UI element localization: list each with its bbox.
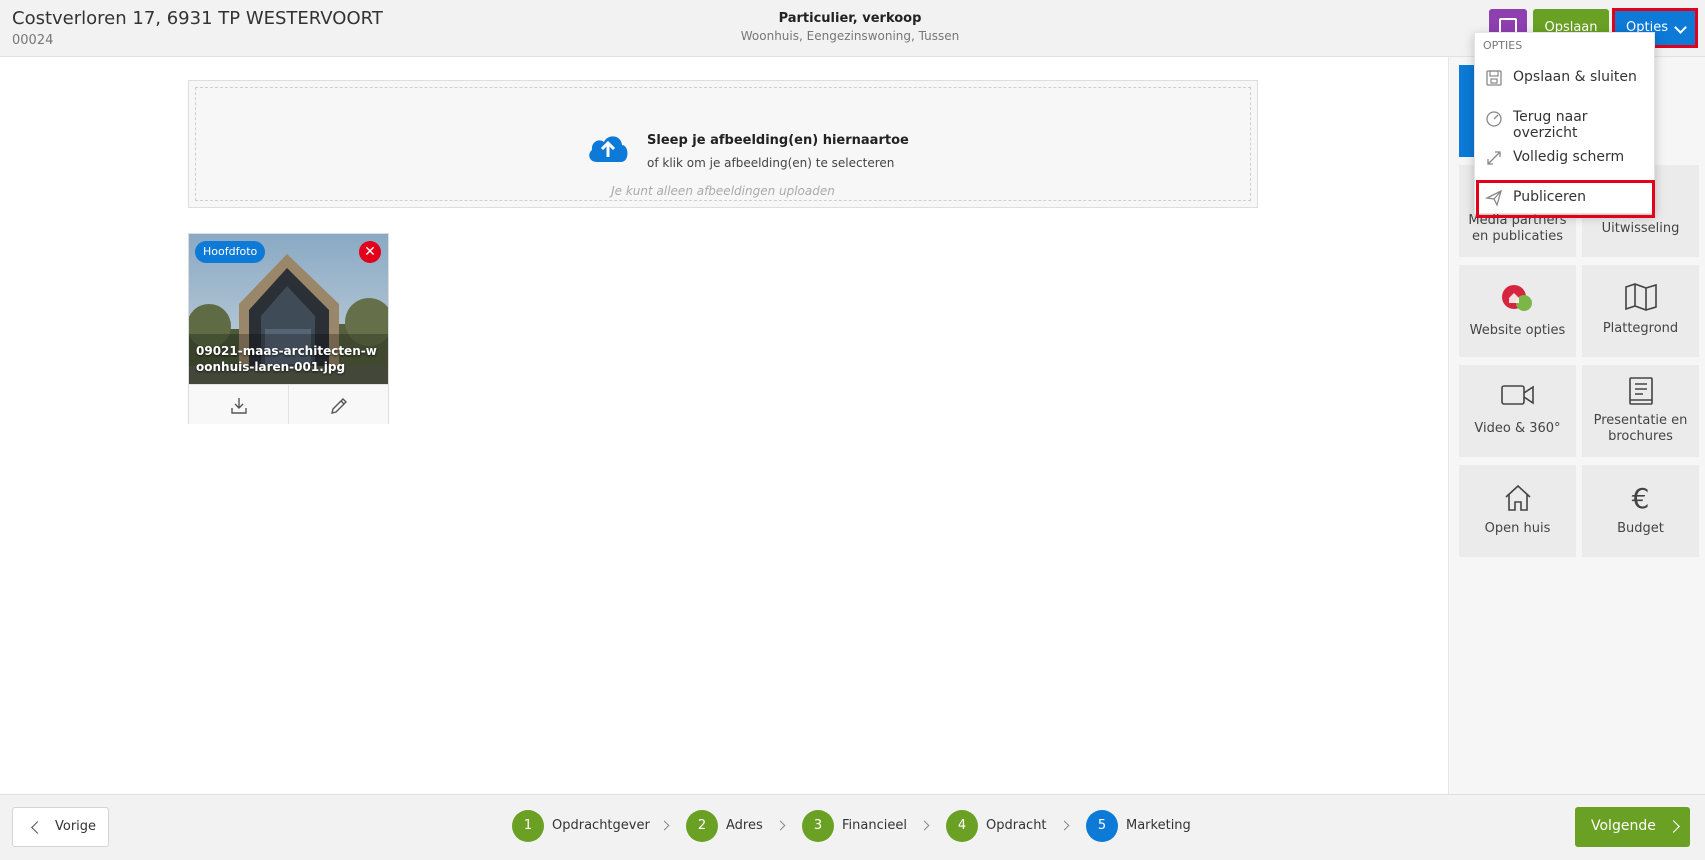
tile-plattegrond[interactable]: Plattegrond (1582, 265, 1699, 357)
website-icon (1459, 283, 1576, 315)
house-icon (1459, 483, 1576, 515)
next-label: Volgende (1591, 818, 1656, 834)
step-number: 2 (686, 810, 718, 842)
tile-video[interactable]: Video & 360° (1459, 365, 1576, 457)
next-button[interactable]: Volgende (1575, 807, 1690, 847)
photo-card: Hoofdfoto ✕ 09021-maas-architecten-woonh… (188, 233, 389, 424)
tile-label: Budget (1617, 521, 1664, 536)
step-number: 4 (946, 810, 978, 842)
main-photo-badge: Hoofdfoto (195, 241, 266, 263)
menu-item-label: Opslaan & sluiten (1513, 69, 1637, 85)
euro-icon: € (1631, 482, 1650, 515)
tile-label: Website opties (1469, 323, 1566, 338)
tile-label: Presentatie en brochures (1593, 413, 1688, 444)
video-icon (1459, 383, 1576, 415)
tile-label: Uitwisseling (1601, 221, 1680, 236)
brochure-icon (1582, 377, 1699, 409)
object-type: Particulier, verkoop (778, 11, 922, 26)
upload-dropzone[interactable]: Sleep je afbeelding(en) hiernaartoe of k… (188, 80, 1258, 208)
chevron-right-icon (659, 820, 670, 831)
step-label: Financieel (842, 818, 907, 833)
menu-item-save-close[interactable]: Opslaan & sluiten (1475, 59, 1656, 97)
previous-button[interactable]: Vorige (12, 807, 109, 847)
chevron-right-icon (775, 820, 786, 831)
highlight-box-publish (1476, 180, 1655, 218)
step-label: Opdrachtgever (552, 818, 650, 833)
header: Costverloren 17, 6931 TP WESTERVOORT 000… (0, 0, 1705, 57)
object-code: 00024 (12, 33, 54, 48)
object-subtype: Woonhuis, Eengezinswoning, Tussen (740, 29, 960, 43)
chevron-right-icon (919, 820, 930, 831)
object-type-info: Particulier, verkoop Woonhuis, Eengezins… (650, 11, 1050, 43)
step-label: Marketing (1126, 818, 1191, 833)
download-icon (231, 398, 247, 414)
tile-open-huis[interactable]: Open huis (1459, 465, 1576, 557)
step-number: 1 (512, 810, 544, 842)
photo-filename: 09021-maas-architecten-woonhuis-laren-00… (196, 344, 377, 374)
download-photo-button[interactable] (189, 384, 289, 424)
chevron-right-icon (1059, 820, 1070, 831)
house-photo[interactable]: Hoofdfoto ✕ 09021-maas-architecten-woonh… (189, 234, 388, 384)
chevron-right-icon (1667, 820, 1680, 833)
tile-label: Open huis (1484, 521, 1551, 536)
step-label: Opdracht (986, 818, 1047, 833)
step-number: 3 (802, 810, 834, 842)
cloud-upload-icon (585, 130, 631, 166)
menu-item-back-overview[interactable]: Terug naar overzicht (1475, 99, 1656, 141)
page-title: Costverloren 17, 6931 TP WESTERVOORT (12, 8, 383, 29)
edit-photo-button[interactable] (289, 384, 388, 424)
pencil-icon (331, 398, 347, 414)
footer-navigation: Vorige 1 Opdrachtgever 2 Adres 3 Financi… (0, 794, 1705, 860)
dropdown-heading: OPTIES (1483, 39, 1523, 52)
upload-title: Sleep je afbeelding(en) hiernaartoe (647, 133, 909, 148)
tile-presentatie[interactable]: Presentatie en brochures (1582, 365, 1699, 457)
upload-subtitle: of klik om je afbeelding(en) te selecter… (647, 156, 895, 170)
previous-label: Vorige (55, 819, 97, 834)
tile-budget[interactable]: € Budget (1582, 465, 1699, 557)
step-label: Adres (726, 818, 763, 833)
remove-photo-button[interactable]: ✕ (359, 241, 381, 263)
map-icon (1582, 283, 1699, 315)
save-icon (1485, 69, 1503, 87)
menu-item-fullscreen[interactable]: Volledig scherm (1475, 139, 1656, 177)
expand-icon (1485, 149, 1503, 167)
tile-label: Video & 360° (1474, 421, 1561, 436)
chevron-left-icon (31, 821, 44, 834)
step-number: 5 (1086, 810, 1118, 842)
dashboard-icon (1485, 109, 1503, 127)
tile-label: Plattegrond (1602, 321, 1679, 336)
menu-item-label: Terug naar overzicht (1513, 109, 1588, 141)
upload-note: Je kunt alleen afbeeldingen uploaden (611, 184, 835, 198)
menu-item-label: Volledig scherm (1513, 149, 1625, 165)
tile-website-opties[interactable]: Website opties (1459, 265, 1576, 357)
